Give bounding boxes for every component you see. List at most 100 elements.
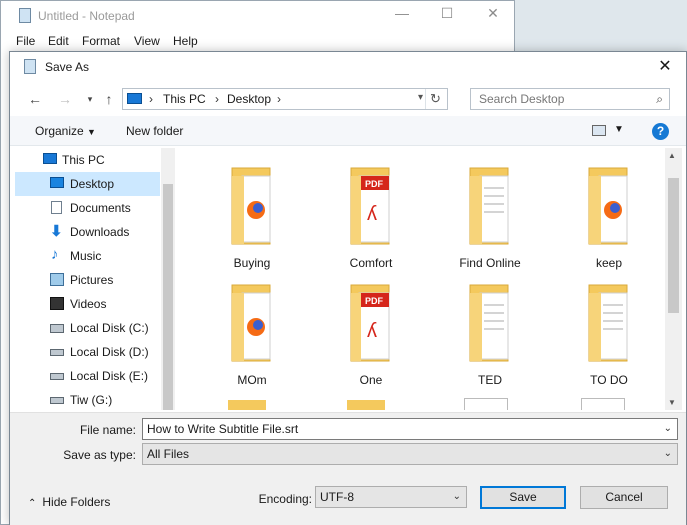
notepad-icon [24,59,36,74]
scrollbar-thumb[interactable] [668,178,679,313]
nav-item-music[interactable]: ♪ Music [15,244,160,268]
file-label: Buying [233,256,271,270]
breadcrumb-this-pc[interactable]: This PC [163,92,206,106]
dialog-title: Save As [45,60,90,74]
nav-item-local-disk-d[interactable]: Local Disk (D:) [15,340,160,364]
breadcrumb-desktop[interactable]: Desktop [227,92,271,106]
chevron-up-icon: ⌃ [28,498,37,509]
computer-icon [127,93,142,104]
chevron-right-icon[interactable]: › [149,92,153,106]
folder-docs-icon [469,167,509,245]
organize-button[interactable]: Organize ▼ [35,124,96,138]
refresh-icon[interactable]: ↻ [425,89,445,109]
videos-icon [50,297,64,310]
folder-pdf-icon: PDF ʎ [350,167,390,245]
nav-item-pictures[interactable]: Pictures [15,268,160,292]
folder-to-do[interactable]: TO DO [559,283,659,398]
nav-item-local-disk-e[interactable]: Local Disk (E:) [15,364,160,388]
close-icon[interactable]: ✕ [654,57,676,77]
folder-one[interactable]: PDF ʎ One [321,283,421,398]
nav-item-videos[interactable]: Videos [15,292,160,316]
hide-folders-label: Hide Folders [42,495,111,509]
notepad-title: Untitled - Notepad [38,9,135,23]
file-list[interactable]: Buying PDF ʎ Comfort Find Online keep MO… [176,148,664,410]
close-icon[interactable]: ✕ [482,5,504,25]
nav-item-documents[interactable]: Documents [15,196,160,220]
notepad-menubar: File Edit Format View Help [1,31,514,51]
folder-mom[interactable]: MOm [202,283,302,398]
nav-scrollbar-thumb[interactable] [163,184,173,410]
folder-docs-icon [469,284,509,362]
nav-item-label: Local Disk (C:) [70,321,149,335]
menu-edit[interactable]: Edit [48,34,69,48]
save-as-dialog: Save As ✕ ← → ▾ ↑ › This PC › Desktop › … [9,51,687,525]
chevron-right-icon[interactable]: › [277,92,281,106]
menu-file[interactable]: File [16,34,35,48]
nav-item-tiw-g[interactable]: Tiw (G:) [15,388,160,410]
drive-icon [50,397,64,404]
chevron-down-icon[interactable]: ▼ [614,124,624,135]
minimize-icon[interactable]: — [391,5,413,25]
drive-icon [50,373,64,380]
chevron-down-icon[interactable]: ⌄ [664,448,672,459]
folder-ted[interactable]: TED [440,283,540,398]
folder-pdf-icon: PDF ʎ [350,284,390,362]
svg-text:ʎ: ʎ [367,203,377,225]
nav-item-label: Local Disk (D:) [70,345,149,359]
downloads-icon: ⬇ [50,223,63,240]
chevron-right-icon[interactable]: › [215,92,219,106]
view-mode-icon[interactable] [592,125,606,136]
svg-text:PDF: PDF [365,179,384,189]
folder-docs-icon [588,284,628,362]
menu-format[interactable]: Format [82,34,120,48]
pictures-icon [50,273,64,286]
back-arrow-icon[interactable]: ← [25,89,45,109]
up-arrow-icon[interactable]: ↑ [99,89,119,109]
menu-view[interactable]: View [134,34,160,48]
nav-item-label: Desktop [70,177,115,191]
scroll-down-icon[interactable]: ▼ [668,398,676,407]
folder-buying[interactable]: Buying [202,166,302,281]
help-icon[interactable]: ? [652,123,669,140]
cancel-button[interactable]: Cancel [580,486,668,509]
new-folder-button[interactable]: New folder [126,124,183,138]
nav-item-desktop[interactable]: Desktop [15,172,160,196]
address-dropdown-icon[interactable]: ▾ [418,92,423,103]
nav-item-downloads[interactable]: ⬇ Downloads [15,220,160,244]
folder-find-online[interactable]: Find Online [440,166,540,281]
chevron-down-icon[interactable]: ⌄ [664,423,672,434]
dialog-titlebar: Save As ✕ [10,52,686,82]
svg-text:ʎ: ʎ [367,320,377,342]
file-label: TO DO [590,373,628,387]
menu-help[interactable]: Help [173,34,198,48]
encoding-label: Encoding: [258,492,312,506]
recent-locations-chevron-icon[interactable]: ▾ [80,89,100,109]
folder-keep[interactable]: keep [559,166,659,281]
svg-text:PDF: PDF [365,296,384,306]
computer-icon [43,153,57,164]
encoding-select[interactable]: UTF-8 ⌄ [315,486,467,508]
save-button[interactable]: Save [480,486,566,509]
search-input[interactable]: Search Desktop ⌕ [470,88,670,110]
save-as-type-select[interactable]: All Files ⌄ [142,443,678,465]
address-bar[interactable]: › This PC › Desktop › ▾ ↻ [122,88,448,110]
maximize-icon[interactable]: ☐ [436,5,458,25]
forward-arrow-icon[interactable]: → [55,89,75,109]
encoding-value: UTF-8 [320,490,354,504]
folder-firefox-icon [231,167,271,245]
folder-comfort[interactable]: PDF ʎ Comfort [321,166,421,281]
notepad-icon [19,8,31,23]
nav-item-this-pc[interactable]: This PC [15,148,160,172]
file-name-input[interactable]: How to Write Subtitle File.srt ⌄ [142,418,678,440]
scroll-up-icon[interactable]: ▲ [668,151,676,160]
notepad-titlebar: Untitled - Notepad — ☐ ✕ [1,1,514,31]
navigation-pane[interactable]: This PC Desktop Documents ⬇ Downloads ♪ … [15,148,175,410]
navigation-bar: ← → ▾ ↑ › This PC › Desktop › ▾ ↻ Search… [10,86,686,112]
hide-folders-button[interactable]: ⌃ Hide Folders [28,495,110,509]
nav-item-label: Tiw (G:) [70,393,113,407]
file-list-scrollbar[interactable]: ▲ ▼ [665,148,682,410]
file-label: TED [478,373,502,387]
nav-item-local-disk-c[interactable]: Local Disk (C:) [15,316,160,340]
chevron-down-icon[interactable]: ⌄ [453,491,461,502]
file-label: MOm [237,373,267,387]
